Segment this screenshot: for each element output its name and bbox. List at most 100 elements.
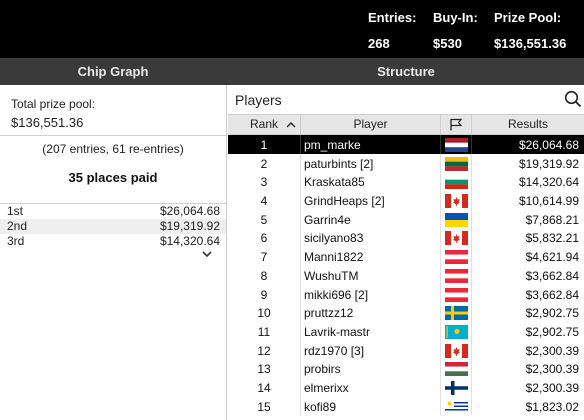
grid-line	[471, 377, 472, 397]
grid-line	[440, 191, 441, 210]
prizepool-value: $136,551.36	[494, 36, 567, 51]
table-row[interactable]: 13 probirs $2,300.39	[228, 359, 584, 378]
player-name-cell: mikki696 [2]	[304, 287, 369, 302]
rank-cell: 15	[257, 399, 271, 414]
buyin-value: $530	[433, 36, 462, 51]
player-name-cell: Kraskata85	[304, 175, 365, 190]
player-name-cell: elmerixx	[304, 380, 349, 395]
result-cell: $3,662.84	[525, 268, 579, 283]
grid-line	[440, 209, 441, 229]
lithuania-flag-icon	[445, 156, 468, 171]
player-name-cell: kofi89	[304, 399, 337, 414]
buyin-label: Buy-In:	[433, 10, 478, 25]
table-row[interactable]: 3 Kraskata85 $14,320.64	[228, 172, 584, 192]
grid-line	[471, 359, 472, 378]
rank-cell: 2	[260, 156, 268, 171]
total-prize-label: Total prize pool:	[11, 97, 96, 111]
prizepool-label: Prize Pool:	[494, 10, 562, 25]
column-header-player[interactable]: Player	[300, 115, 440, 134]
column-header-results[interactable]: Results	[471, 115, 584, 134]
austria-flag-icon	[445, 287, 468, 302]
player-name-cell: GrindHeaps [2]	[304, 194, 385, 209]
result-cell: $14,320.64	[518, 175, 579, 190]
column-header-country[interactable]	[440, 115, 471, 134]
table-row[interactable]: 14 elmerixx $2,300.39	[228, 377, 584, 397]
player-name-cell: probirs	[304, 362, 341, 377]
grid-line	[300, 228, 301, 248]
flag-outline-icon	[450, 118, 463, 131]
result-cell: $19,319.92	[518, 156, 579, 171]
grid-line	[471, 191, 472, 210]
table-row[interactable]: 1 pm_marke $26,064.68	[228, 135, 584, 154]
payout-place: 2nd	[7, 219, 28, 233]
divider	[0, 135, 226, 136]
rank-cell: 13	[257, 362, 271, 377]
table-row[interactable]: 4 GrindHeaps [2] $10,614.99	[228, 191, 584, 210]
grid-line	[300, 247, 301, 266]
player-name-cell: rdz1970 [3]	[304, 343, 365, 358]
entries-label: Entries:	[368, 10, 417, 25]
austria-flag-icon	[445, 250, 468, 265]
tab-bar: Chip Graph Structure	[0, 58, 584, 85]
grid-line	[300, 340, 301, 360]
search-icon[interactable]	[564, 90, 582, 108]
table-row[interactable]: 15 kofi89 $1,823.02	[228, 396, 584, 416]
table-row[interactable]: 7 Manni1822 $4,621.94	[228, 247, 584, 266]
canada-flag-icon	[445, 194, 468, 209]
rank-cell: 10	[257, 306, 271, 321]
canada-flag-icon	[445, 231, 468, 246]
grid-line	[440, 359, 441, 378]
ukraine-flag-icon	[445, 212, 468, 227]
payout-amount: $19,319.92	[159, 219, 220, 233]
table-row[interactable]: 10 pruttzz12 $2,902.75	[228, 303, 584, 322]
player-name-cell: paturbints [2]	[304, 156, 374, 171]
grid-line	[300, 191, 301, 210]
payout-amount: $26,064.68	[159, 204, 220, 218]
bulgaria-flag-icon	[445, 175, 468, 190]
grid-line	[440, 340, 441, 360]
rank-cell: 9	[260, 287, 268, 302]
grid-line	[471, 340, 472, 360]
entries-value: 268	[368, 36, 390, 51]
sweden-flag-icon	[445, 306, 468, 321]
table-row[interactable]: 6 sicilyano83 $5,832.21	[228, 228, 584, 248]
table-row[interactable]: 11 Lavrik-mastr $2,902.75	[228, 321, 584, 341]
netherlands-flag-icon	[445, 138, 468, 152]
player-name-cell: WushuTM	[304, 268, 359, 283]
table-row[interactable]: 12 rdz1970 [3] $2,300.39	[228, 340, 584, 360]
player-name-cell: Garrin4e	[304, 212, 351, 227]
table-row[interactable]: 8 WushuTM $3,662.84	[228, 265, 584, 285]
table-row[interactable]: 5 Garrin4e $7,868.21	[228, 209, 584, 229]
grid-line	[471, 321, 472, 341]
uruguay-flag-icon	[445, 399, 468, 414]
grid-line	[300, 284, 301, 304]
grid-line	[471, 209, 472, 229]
table-row[interactable]: 2 paturbints [2] $19,319.92	[228, 153, 584, 173]
result-cell: $4,621.94	[525, 250, 579, 265]
result-cell: $1,823.02	[525, 399, 579, 414]
rank-cell: 1	[260, 138, 268, 152]
rank-cell: 4	[260, 194, 268, 209]
tab-structure[interactable]: Structure	[228, 58, 584, 85]
result-cell: $3,662.84	[525, 287, 579, 302]
grid-line	[440, 172, 441, 192]
rank-cell: 8	[260, 268, 268, 283]
tab-chip-graph[interactable]: Chip Graph	[0, 58, 226, 85]
result-cell: $2,300.39	[525, 343, 579, 358]
entries-breakdown: (207 entries, 61 re-entries)	[42, 142, 184, 156]
grid-line	[471, 396, 472, 416]
column-header-rank[interactable]: Rank	[228, 115, 300, 134]
rank-cell: 5	[260, 212, 268, 227]
grid-line	[471, 228, 472, 248]
prize-summary-panel: Total prize pool: $136,551.36 (207 entri…	[0, 85, 227, 420]
austria-flag-icon	[445, 268, 468, 283]
rank-cell: 3	[260, 175, 268, 190]
table-row[interactable]: 9 mikki696 [2] $3,662.84	[228, 284, 584, 304]
chevron-down-icon[interactable]	[200, 249, 214, 259]
grid-line	[440, 284, 441, 304]
players-panel: Players Rank Player Results 1 pm_marke $26…	[228, 85, 584, 420]
player-name-cell: pm_marke	[304, 138, 361, 152]
rank-cell: 12	[257, 343, 271, 358]
grid-line	[440, 377, 441, 397]
column-label-rank: Rank	[249, 117, 278, 131]
